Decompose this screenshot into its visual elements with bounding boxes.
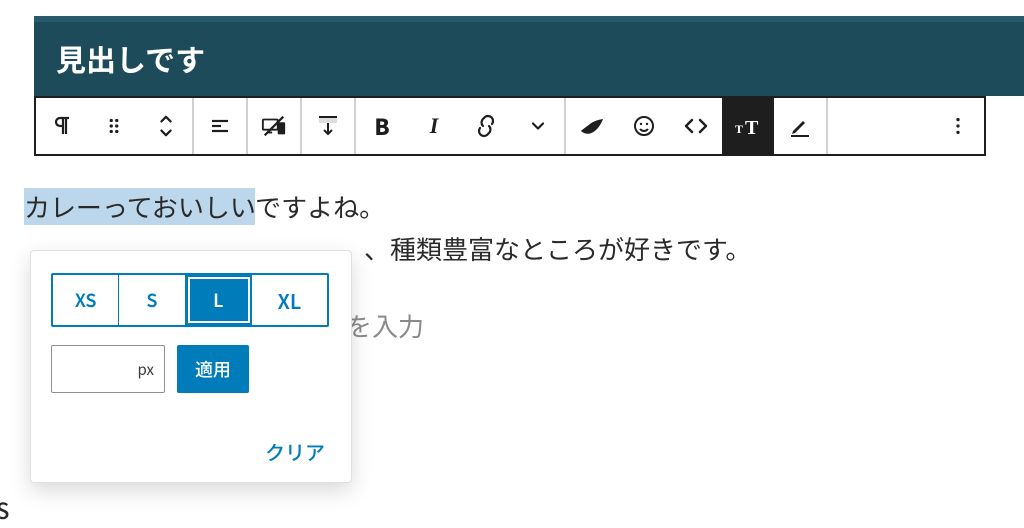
link-button[interactable] [460, 98, 512, 154]
more-options-icon [947, 115, 969, 137]
inline-code-button[interactable] [670, 98, 722, 154]
spacer-icon [315, 113, 341, 139]
paragraph-1[interactable]: カレーっておいしいですよね。 [24, 186, 1024, 228]
link-icon [473, 114, 499, 138]
italic-icon: I [430, 113, 439, 139]
more-options-button[interactable] [932, 98, 984, 154]
paragraph-2-text: 、種類豊富なところが好きです。 [364, 230, 751, 267]
spacer-height-button[interactable] [302, 98, 354, 154]
page-title: 見出しです [34, 22, 1024, 96]
text-color-button[interactable] [566, 98, 618, 154]
align-left-icon [208, 114, 232, 138]
clear-link[interactable]: クリア [265, 437, 325, 466]
paragraph-1-rest: ですよね。 [255, 188, 385, 225]
font-size-options: XS S L XL [51, 273, 329, 327]
font-size-xs[interactable]: XS [53, 275, 119, 325]
block-toolbar: B I [34, 96, 986, 156]
align-button[interactable] [194, 98, 246, 154]
font-size-icon: T T [734, 114, 762, 138]
chevron-down-icon [528, 116, 548, 136]
stray-character: S [0, 494, 9, 526]
font-size-s[interactable]: S [119, 275, 185, 325]
code-icon [683, 115, 709, 137]
placeholder-fragment: を入力 [346, 307, 424, 344]
emoji-button[interactable] [618, 98, 670, 154]
block-type-button[interactable] [36, 98, 88, 154]
drag-handle-icon [103, 115, 125, 137]
svg-text:T: T [745, 117, 759, 138]
font-size-button[interactable]: T T [722, 98, 774, 154]
px-unit-label: px [138, 359, 154, 380]
pilcrow-icon [50, 114, 74, 138]
device-visibility-button[interactable] [248, 98, 300, 154]
apply-button[interactable]: 適用 [177, 345, 249, 393]
bold-button[interactable]: B [356, 98, 408, 154]
emoji-icon [632, 114, 656, 138]
italic-button[interactable]: I [408, 98, 460, 154]
selected-text: カレーっておいしい [24, 188, 255, 225]
font-size-popover: XS S L XL px 適用 クリア [30, 250, 352, 483]
move-updown-icon [155, 113, 177, 139]
move-up-down-button[interactable] [140, 98, 192, 154]
brush-icon [579, 115, 605, 137]
drag-handle-button[interactable] [88, 98, 140, 154]
custom-px-input[interactable]: px [51, 345, 165, 393]
highlight-button[interactable] [774, 98, 826, 154]
svg-text:T: T [735, 122, 743, 136]
font-size-xl[interactable]: XL [252, 275, 327, 325]
font-size-l[interactable]: L [186, 275, 252, 325]
more-rich-text-button[interactable] [512, 98, 564, 154]
highlighter-icon [788, 114, 812, 138]
device-visibility-icon [261, 114, 287, 138]
bold-icon: B [374, 110, 389, 142]
